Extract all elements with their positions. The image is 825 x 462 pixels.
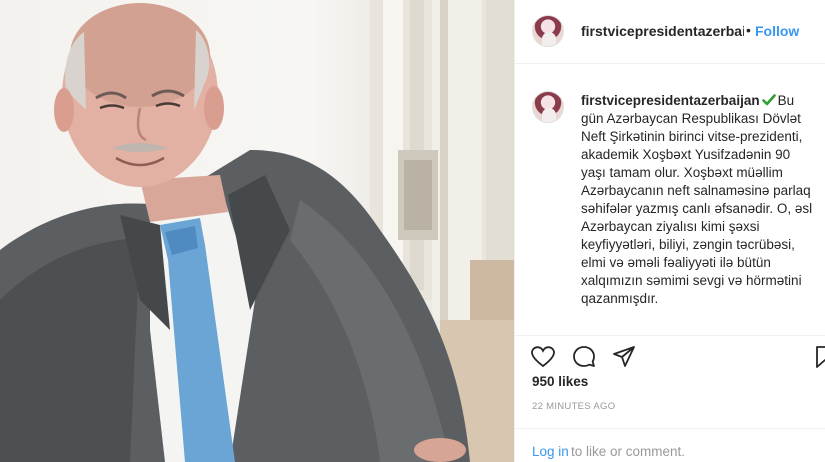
user-avatar[interactable] <box>532 15 564 47</box>
caption-section: firstvicepresidentazerbaijan Bu gün Azərb… <box>515 65 825 335</box>
like-button[interactable] <box>530 344 556 370</box>
portrait-illustration <box>0 0 514 462</box>
caption-line: Azərbaycanın neft salnaməsinə parlaq <box>581 183 811 198</box>
caption-avatar[interactable] <box>532 91 564 123</box>
comment-icon <box>573 346 595 367</box>
caption-line: Bu <box>777 93 795 108</box>
post-photo <box>0 0 514 462</box>
caption-username[interactable]: firstvicepresidentazerbaijan <box>581 93 760 108</box>
caption-line: akademik Xoşbəxt Yusifzadənin 90 <box>581 147 791 162</box>
caption-line: yaşı tamam olur. Xoşbəxt müəllim <box>581 165 783 180</box>
caption-line: səhifələr yazmış canlı əfsanədir. O, əsl <box>581 201 813 216</box>
caption-line: gün Azərbaycan Respublikası Dövlət <box>581 111 801 126</box>
login-prompt-text: to like or comment. <box>571 444 686 459</box>
bookmark-icon <box>816 346 825 368</box>
heart-icon <box>531 346 555 368</box>
save-button[interactable] <box>812 344 825 370</box>
share-icon <box>613 346 635 367</box>
post-header: firstvicepresidentazerbaij • Follow <box>515 0 825 64</box>
post-side-panel: firstvicepresidentazerbaij • Follow firs… <box>514 0 825 462</box>
share-button[interactable] <box>611 344 637 370</box>
post-timestamp[interactable]: 22 MINUTES AGO <box>532 401 615 412</box>
verified-check-icon <box>761 94 776 106</box>
caption-line: elmi və əməli fəaliyyəti ilə bütün <box>581 255 771 270</box>
login-link[interactable]: Log in <box>532 444 569 459</box>
follow-button[interactable]: Follow <box>755 23 799 39</box>
caption-line: xalqımızın səmimi sevgi və hörmətini <box>581 273 802 288</box>
caption-line: Azərbaycan ziyalısı kimi şəxsi <box>581 219 760 234</box>
comment-button[interactable] <box>571 344 597 370</box>
caption-line: qazanmışdır. <box>581 291 659 306</box>
action-bar <box>515 335 825 375</box>
header-separator: • <box>746 22 751 38</box>
post-caption: firstvicepresidentazerbaijan Bu gün Azərb… <box>581 92 821 308</box>
caption-line: keyfiyyətləri, biliyi, zəngin təcrübəsi, <box>581 237 795 252</box>
caption-line: Neft Şirkətinin birinci vitse-prezidenti… <box>581 129 803 144</box>
login-prompt: Log in to like or comment. <box>515 428 825 462</box>
header-username[interactable]: firstvicepresidentazerbaij <box>581 23 744 39</box>
likes-count[interactable]: 950 likes <box>532 374 588 389</box>
